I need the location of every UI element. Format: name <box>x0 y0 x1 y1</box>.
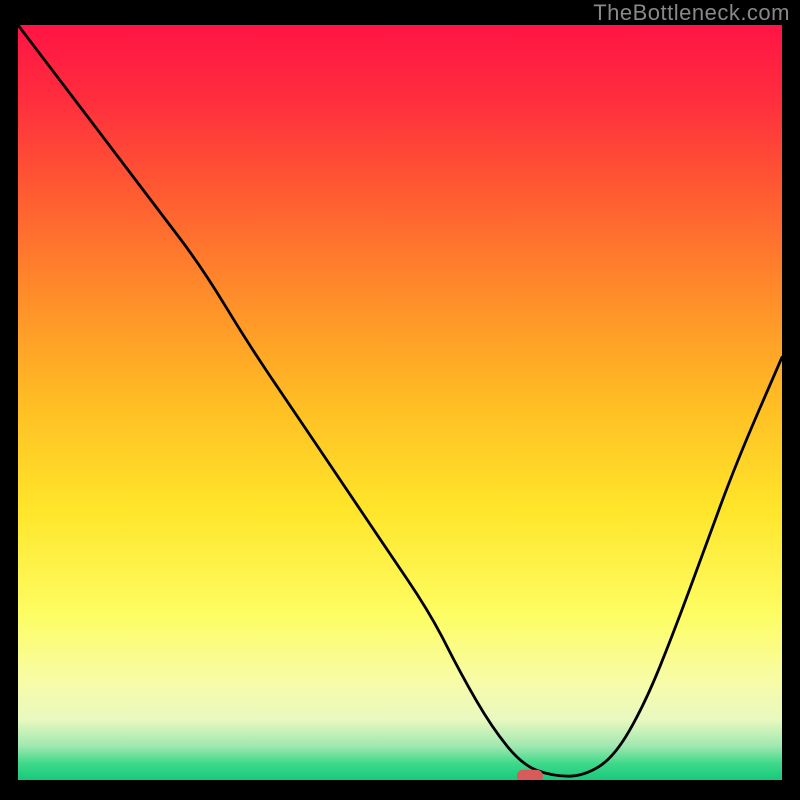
gradient-rect <box>18 25 782 780</box>
chart-frame: TheBottleneck.com <box>0 0 800 800</box>
attribution-label: TheBottleneck.com <box>593 0 790 26</box>
plot-area <box>18 25 782 780</box>
plot-svg <box>18 25 782 780</box>
optimal-marker <box>517 770 543 780</box>
